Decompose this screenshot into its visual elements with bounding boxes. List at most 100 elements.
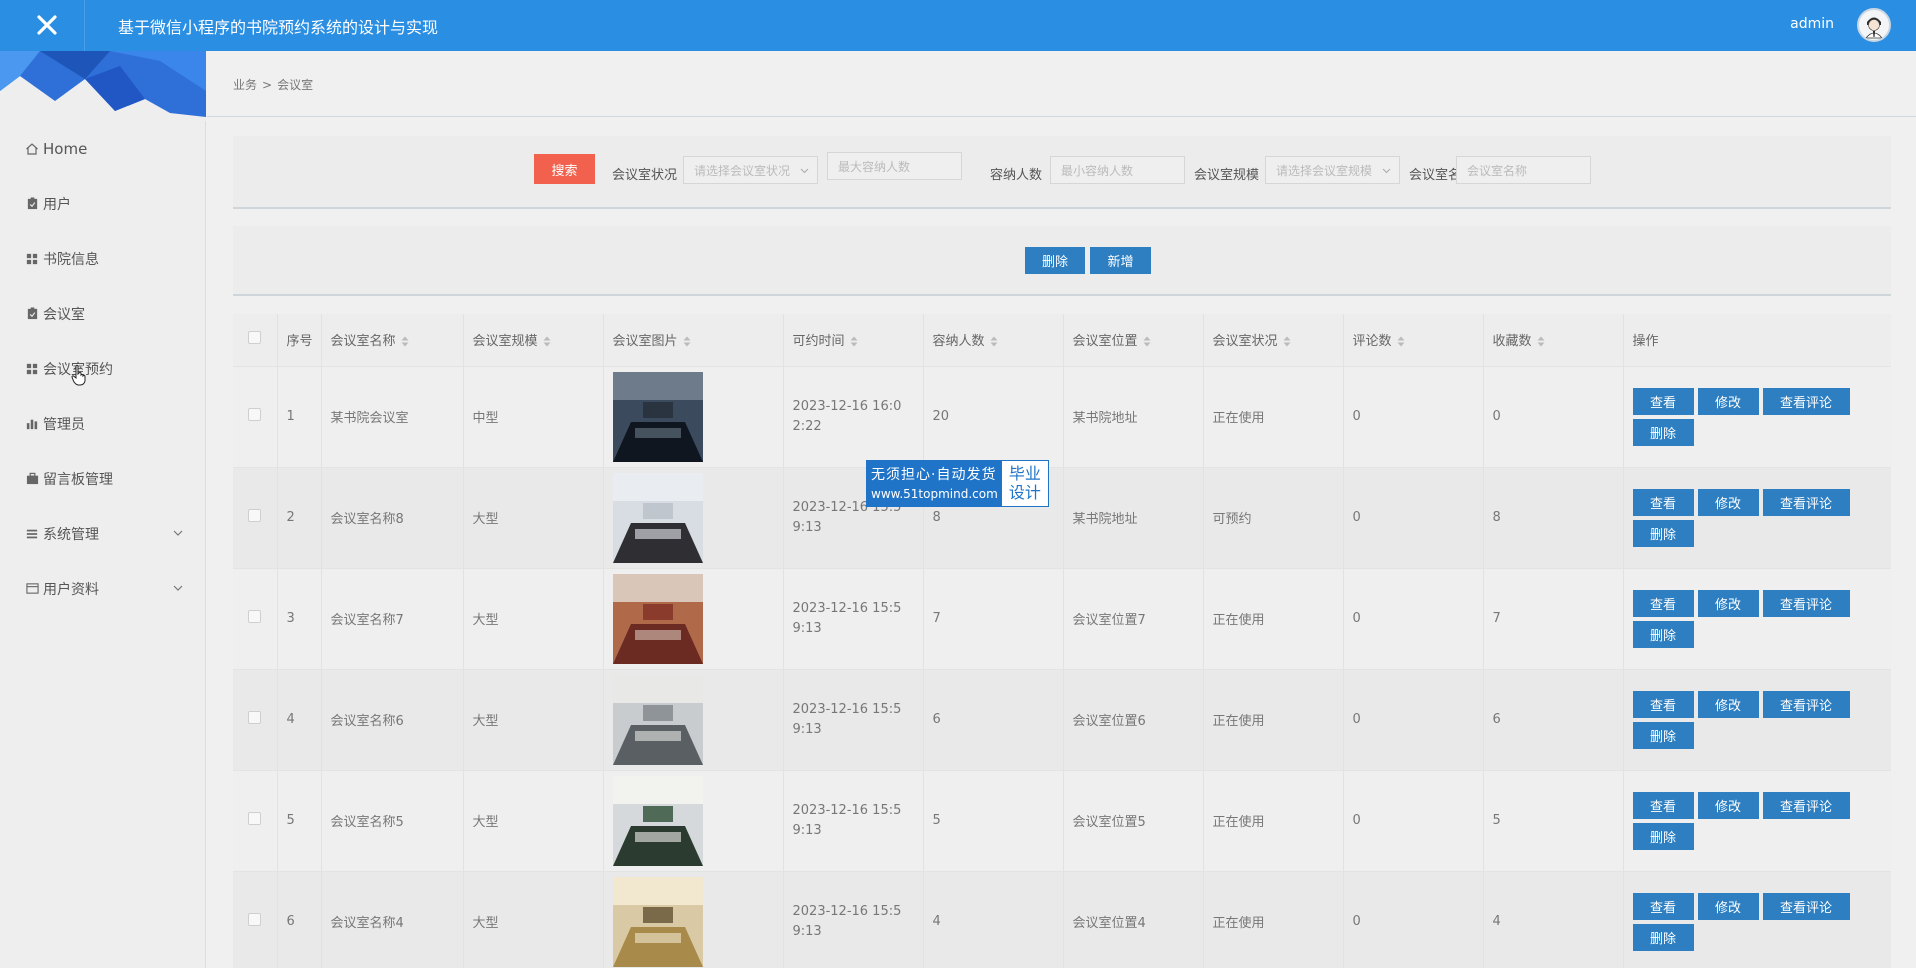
cell-image <box>603 770 784 871</box>
row-checkbox[interactable] <box>233 669 278 770</box>
view-comments-button[interactable]: 查看评论 <box>1762 387 1850 415</box>
col-header-name[interactable]: 会议室名称 <box>321 314 464 366</box>
sort-icon[interactable] <box>1283 336 1291 347</box>
delete-button[interactable]: 删除 <box>1632 822 1694 850</box>
view-button[interactable]: 查看 <box>1632 690 1694 718</box>
scale-select-placeholder: 请选择会议室规模 <box>1276 163 1373 178</box>
cell-actions: 查看 修改 查看评论 删除 <box>1623 366 1891 467</box>
select-all-checkbox[interactable] <box>233 314 278 366</box>
row-checkbox[interactable] <box>233 568 278 669</box>
view-button[interactable]: 查看 <box>1632 387 1694 415</box>
sort-icon[interactable] <box>850 336 858 347</box>
view-comments-button[interactable]: 查看评论 <box>1762 488 1850 516</box>
row-checkbox[interactable] <box>233 871 278 968</box>
sidebar-item-label: 系统管理 <box>43 526 99 543</box>
breadcrumb-bar: 业务 > 会议室 <box>207 51 1916 117</box>
col-header-scale[interactable]: 会议室规模 <box>463 314 604 366</box>
topbar-divider <box>84 0 85 51</box>
edit-button[interactable]: 修改 <box>1697 791 1759 819</box>
sidebar-item-admin[interactable]: 管理员 <box>0 396 206 451</box>
meeting-room-photo[interactable] <box>612 674 703 765</box>
delete-button[interactable]: 删除 <box>1632 721 1694 749</box>
cell-actions: 查看 修改 查看评论 删除 <box>1623 467 1891 568</box>
meeting-room-photo[interactable] <box>612 876 703 967</box>
row-checkbox[interactable] <box>233 366 278 467</box>
edit-button[interactable]: 修改 <box>1697 488 1759 516</box>
sidebar-item-home[interactable]: Home <box>0 121 206 176</box>
cell-status: 正在使用 <box>1203 568 1344 669</box>
cell-comments: 0 <box>1343 568 1484 669</box>
col-header-comments[interactable]: 评论数 <box>1343 314 1484 366</box>
cell-comments: 0 <box>1343 871 1484 968</box>
card-icon <box>25 582 39 596</box>
view-comments-button[interactable]: 查看评论 <box>1762 690 1850 718</box>
cell-status: 正在使用 <box>1203 871 1344 968</box>
cell-capacity: 5 <box>923 770 1064 871</box>
view-comments-button[interactable]: 查看评论 <box>1762 791 1850 819</box>
row-checkbox[interactable] <box>233 770 278 871</box>
username[interactable]: admin <box>1790 16 1834 32</box>
chevron-down-icon <box>173 585 183 591</box>
sidebar-item-academy-info[interactable]: 书院信息 <box>0 231 206 286</box>
search-panel: 搜索 会议室状况 请选择会议室状况 最大容纳人数 容纳人数 最小容纳人数 会议室… <box>233 136 1891 209</box>
scale-label: 会议室规模 <box>1194 168 1260 183</box>
sidebar-item-user-profile[interactable]: 用户资料 <box>0 561 206 616</box>
meeting-room-photo[interactable] <box>612 775 703 866</box>
sidebar: Home 用户 书院信息 会议室 会议室预约 <box>0 51 206 968</box>
name-input[interactable]: 会议室名称 <box>1456 156 1591 184</box>
delete-button[interactable]: 删除 <box>1632 519 1694 547</box>
sidebar-item-label: 管理员 <box>43 416 85 433</box>
cell-time: 2023-12-16 15:59:13 <box>783 568 924 669</box>
min-capacity-input[interactable]: 最小容纳人数 <box>1050 156 1185 184</box>
cell-comments: 0 <box>1343 467 1484 568</box>
batch-delete-button[interactable]: 删除 <box>1025 247 1085 274</box>
delete-button[interactable]: 删除 <box>1632 418 1694 446</box>
sort-icon[interactable] <box>1143 336 1151 347</box>
view-button[interactable]: 查看 <box>1632 488 1694 516</box>
breadcrumb-parent[interactable]: 业务 <box>233 78 257 92</box>
sidebar-item-users[interactable]: 用户 <box>0 176 206 231</box>
col-header-image[interactable]: 会议室图片 <box>603 314 784 366</box>
view-button[interactable]: 查看 <box>1632 791 1694 819</box>
sort-icon[interactable] <box>1397 336 1405 347</box>
col-header-location[interactable]: 会议室位置 <box>1063 314 1204 366</box>
name-input-placeholder: 会议室名称 <box>1467 163 1528 178</box>
delete-button[interactable]: 删除 <box>1632 923 1694 951</box>
view-button[interactable]: 查看 <box>1632 589 1694 617</box>
meeting-room-photo[interactable] <box>612 472 703 563</box>
search-button[interactable]: 搜索 <box>534 154 595 184</box>
sort-icon[interactable] <box>683 336 691 347</box>
view-button[interactable]: 查看 <box>1632 892 1694 920</box>
sidebar-item-message-board[interactable]: 留言板管理 <box>0 451 206 506</box>
add-button[interactable]: 新增 <box>1090 247 1151 274</box>
view-comments-button[interactable]: 查看评论 <box>1762 892 1850 920</box>
edit-button[interactable]: 修改 <box>1697 589 1759 617</box>
view-comments-button[interactable]: 查看评论 <box>1762 589 1850 617</box>
sort-icon[interactable] <box>401 336 409 347</box>
cell-location: 会议室位置6 <box>1063 669 1204 770</box>
table-header-row: 序号 会议室名称 会议室规模 会议室图片 可约时间 容纳人数 会议室位置 会议室… <box>233 314 1891 366</box>
breadcrumb: 业务 > 会议室 <box>233 76 313 93</box>
sort-icon[interactable] <box>990 336 998 347</box>
close-icon[interactable] <box>30 8 64 42</box>
meeting-room-photo[interactable] <box>612 573 703 664</box>
sort-icon[interactable] <box>543 336 551 347</box>
col-header-time[interactable]: 可约时间 <box>783 314 924 366</box>
col-header-favorites[interactable]: 收藏数 <box>1483 314 1624 366</box>
avatar[interactable] <box>1857 8 1891 42</box>
edit-button[interactable]: 修改 <box>1697 892 1759 920</box>
sidebar-item-meeting-room-booking[interactable]: 会议室预约 <box>0 341 206 396</box>
status-select[interactable]: 请选择会议室状况 <box>683 156 818 184</box>
delete-button[interactable]: 删除 <box>1632 620 1694 648</box>
max-capacity-input[interactable]: 最大容纳人数 <box>827 152 962 180</box>
sidebar-item-system[interactable]: 系统管理 <box>0 506 206 561</box>
edit-button[interactable]: 修改 <box>1697 387 1759 415</box>
sort-icon[interactable] <box>1537 336 1545 347</box>
col-header-capacity[interactable]: 容纳人数 <box>923 314 1064 366</box>
row-checkbox[interactable] <box>233 467 278 568</box>
edit-button[interactable]: 修改 <box>1697 690 1759 718</box>
scale-select[interactable]: 请选择会议室规模 <box>1265 156 1400 184</box>
col-header-status[interactable]: 会议室状况 <box>1203 314 1344 366</box>
meeting-room-photo[interactable] <box>612 371 703 462</box>
sidebar-item-meeting-room[interactable]: 会议室 <box>0 286 206 341</box>
